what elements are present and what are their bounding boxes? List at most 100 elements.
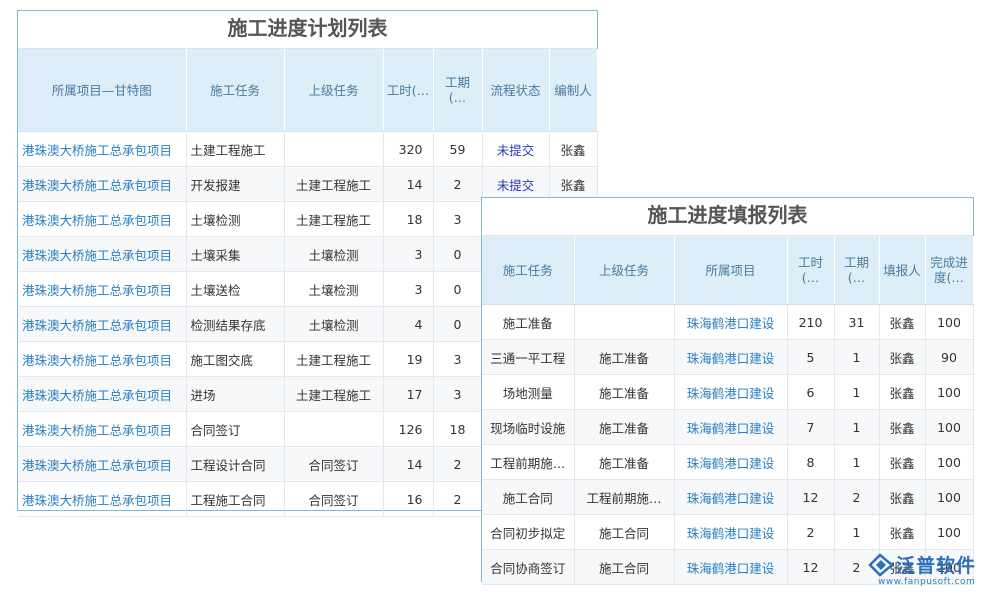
col-header-hours[interactable]: 工时(… bbox=[787, 236, 835, 305]
report-table-row[interactable]: 合同初步拟定 施工合同 珠海鹤港口建设 2 1 张鑫 100 bbox=[482, 514, 974, 550]
report-table-row[interactable]: 三通一平工程 施工准备 珠海鹤港口建设 5 1 张鑫 90 bbox=[482, 339, 974, 375]
col-header-parent-task[interactable]: 上级任务 bbox=[284, 49, 384, 132]
project-link[interactable]: 港珠澳大桥施工总承包项目 bbox=[18, 236, 187, 272]
col-header-hours[interactable]: 工时(… bbox=[383, 49, 434, 132]
parent-task-cell: 施工合同 bbox=[574, 549, 675, 585]
col-header-task[interactable]: 施工任务 bbox=[482, 236, 575, 305]
report-table-row[interactable]: 场地测量 施工准备 珠海鹤港口建设 6 1 张鑫 100 bbox=[482, 374, 974, 410]
reporter-cell: 张鑫 bbox=[879, 339, 926, 375]
progress-cell: 100 bbox=[925, 374, 974, 410]
hours-cell: 7 bbox=[787, 409, 835, 445]
plan-table-row[interactable]: 港珠澳大桥施工总承包项目 土建工程施工 320 59 未提交 张鑫 bbox=[18, 131, 598, 167]
days-cell: 0 bbox=[433, 271, 483, 307]
task-cell: 施工准备 bbox=[482, 304, 575, 340]
project-link[interactable]: 港珠澳大桥施工总承包项目 bbox=[18, 481, 187, 517]
hours-cell: 3 bbox=[383, 236, 434, 272]
task-cell: 进场 bbox=[186, 376, 285, 412]
project-link[interactable]: 珠海鹤港口建设 bbox=[674, 409, 788, 445]
days-cell: 1 bbox=[834, 409, 880, 445]
parent-task-cell: 工程前期施… bbox=[574, 479, 675, 515]
days-cell: 1 bbox=[834, 374, 880, 410]
project-link[interactable]: 港珠澳大桥施工总承包项目 bbox=[18, 271, 187, 307]
days-cell: 3 bbox=[433, 201, 483, 237]
col-header-progress[interactable]: 完成进度(… bbox=[925, 236, 974, 305]
task-cell: 合同协商签订 bbox=[482, 549, 575, 585]
project-link[interactable]: 珠海鹤港口建设 bbox=[674, 374, 788, 410]
parent-task-cell: 土建工程施工 bbox=[284, 341, 384, 377]
reporter-cell: 张鑫 bbox=[879, 514, 926, 550]
plan-list-title: 施工进度计划列表 bbox=[18, 11, 597, 49]
reporter-cell: 张鑫 bbox=[879, 304, 926, 340]
col-header-days[interactable]: 工期(… bbox=[834, 236, 880, 305]
report-list-panel: 施工进度填报列表 施工任务 上级任务 所属项目 工时(… 工期(… 填报人 完成… bbox=[481, 197, 974, 585]
col-header-project-gantt[interactable]: 所属项目—甘特图 bbox=[18, 49, 187, 132]
col-header-reporter[interactable]: 填报人 bbox=[879, 236, 926, 305]
task-cell: 三通一平工程 bbox=[482, 339, 575, 375]
hours-cell: 6 bbox=[787, 374, 835, 410]
logo-name: 泛普软件 bbox=[896, 555, 977, 577]
project-link[interactable]: 港珠澳大桥施工总承包项目 bbox=[18, 341, 187, 377]
fanpu-logo: 泛普软件 www.fanpusoft.com bbox=[868, 551, 992, 593]
task-cell: 检测结果存底 bbox=[186, 306, 285, 342]
reporter-cell: 张鑫 bbox=[879, 409, 926, 445]
project-link[interactable]: 珠海鹤港口建设 bbox=[674, 479, 788, 515]
task-cell: 土壤检测 bbox=[186, 201, 285, 237]
project-link[interactable]: 珠海鹤港口建设 bbox=[674, 304, 788, 340]
parent-task-cell: 土壤检测 bbox=[284, 236, 384, 272]
col-header-project[interactable]: 所属项目 bbox=[674, 236, 788, 305]
col-header-task[interactable]: 施工任务 bbox=[186, 49, 285, 132]
project-link[interactable]: 珠海鹤港口建设 bbox=[674, 444, 788, 480]
project-link[interactable]: 珠海鹤港口建设 bbox=[674, 549, 788, 585]
parent-task-cell bbox=[284, 411, 384, 447]
report-table-row[interactable]: 现场临时设施 施工准备 珠海鹤港口建设 7 1 张鑫 100 bbox=[482, 409, 974, 445]
task-cell: 施工图交底 bbox=[186, 341, 285, 377]
hours-cell: 16 bbox=[383, 481, 434, 517]
task-cell: 合同初步拟定 bbox=[482, 514, 575, 550]
days-cell: 1 bbox=[834, 339, 880, 375]
project-link[interactable]: 珠海鹤港口建设 bbox=[674, 514, 788, 550]
owner-cell: 张鑫 bbox=[549, 131, 598, 167]
report-list-title: 施工进度填报列表 bbox=[482, 198, 973, 236]
days-cell: 2 bbox=[834, 479, 880, 515]
project-link[interactable]: 港珠澳大桥施工总承包项目 bbox=[18, 411, 187, 447]
days-cell: 59 bbox=[433, 131, 483, 167]
col-header-days[interactable]: 工期(… bbox=[433, 49, 483, 132]
project-link[interactable]: 港珠澳大桥施工总承包项目 bbox=[18, 131, 187, 167]
parent-task-cell: 施工合同 bbox=[574, 514, 675, 550]
plan-header-row: 所属项目—甘特图 施工任务 上级任务 工时(… 工期(… 流程状态 编制人 bbox=[18, 49, 598, 132]
project-link[interactable]: 珠海鹤港口建设 bbox=[674, 339, 788, 375]
col-header-owner[interactable]: 编制人 bbox=[549, 49, 598, 132]
parent-task-cell: 施工准备 bbox=[574, 409, 675, 445]
days-cell: 18 bbox=[433, 411, 483, 447]
hours-cell: 3 bbox=[383, 271, 434, 307]
col-header-status[interactable]: 流程状态 bbox=[482, 49, 550, 132]
hours-cell: 210 bbox=[787, 304, 835, 340]
hours-cell: 19 bbox=[383, 341, 434, 377]
project-link[interactable]: 港珠澳大桥施工总承包项目 bbox=[18, 446, 187, 482]
project-link[interactable]: 港珠澳大桥施工总承包项目 bbox=[18, 166, 187, 202]
parent-task-cell: 施工准备 bbox=[574, 374, 675, 410]
days-cell: 2 bbox=[433, 481, 483, 517]
days-cell: 2 bbox=[433, 166, 483, 202]
report-table-row[interactable]: 工程前期施… 施工准备 珠海鹤港口建设 8 1 张鑫 100 bbox=[482, 444, 974, 480]
progress-cell: 100 bbox=[925, 409, 974, 445]
task-cell: 土建工程施工 bbox=[186, 131, 285, 167]
report-table-row[interactable]: 施工准备 珠海鹤港口建设 210 31 张鑫 100 bbox=[482, 304, 974, 340]
parent-task-cell: 合同签订 bbox=[284, 481, 384, 517]
task-cell: 场地测量 bbox=[482, 374, 575, 410]
days-cell: 3 bbox=[433, 341, 483, 377]
days-cell: 1 bbox=[834, 514, 880, 550]
task-cell: 土壤送检 bbox=[186, 271, 285, 307]
hours-cell: 126 bbox=[383, 411, 434, 447]
col-header-parent-task[interactable]: 上级任务 bbox=[574, 236, 675, 305]
reporter-cell: 张鑫 bbox=[879, 444, 926, 480]
days-cell: 0 bbox=[433, 236, 483, 272]
project-link[interactable]: 港珠澳大桥施工总承包项目 bbox=[18, 306, 187, 342]
report-table-row[interactable]: 施工合同 工程前期施… 珠海鹤港口建设 12 2 张鑫 100 bbox=[482, 479, 974, 515]
parent-task-cell bbox=[574, 304, 675, 340]
hours-cell: 14 bbox=[383, 166, 434, 202]
project-link[interactable]: 港珠澳大桥施工总承包项目 bbox=[18, 201, 187, 237]
project-link[interactable]: 港珠澳大桥施工总承包项目 bbox=[18, 376, 187, 412]
hours-cell: 12 bbox=[787, 479, 835, 515]
parent-task-cell: 施工准备 bbox=[574, 444, 675, 480]
